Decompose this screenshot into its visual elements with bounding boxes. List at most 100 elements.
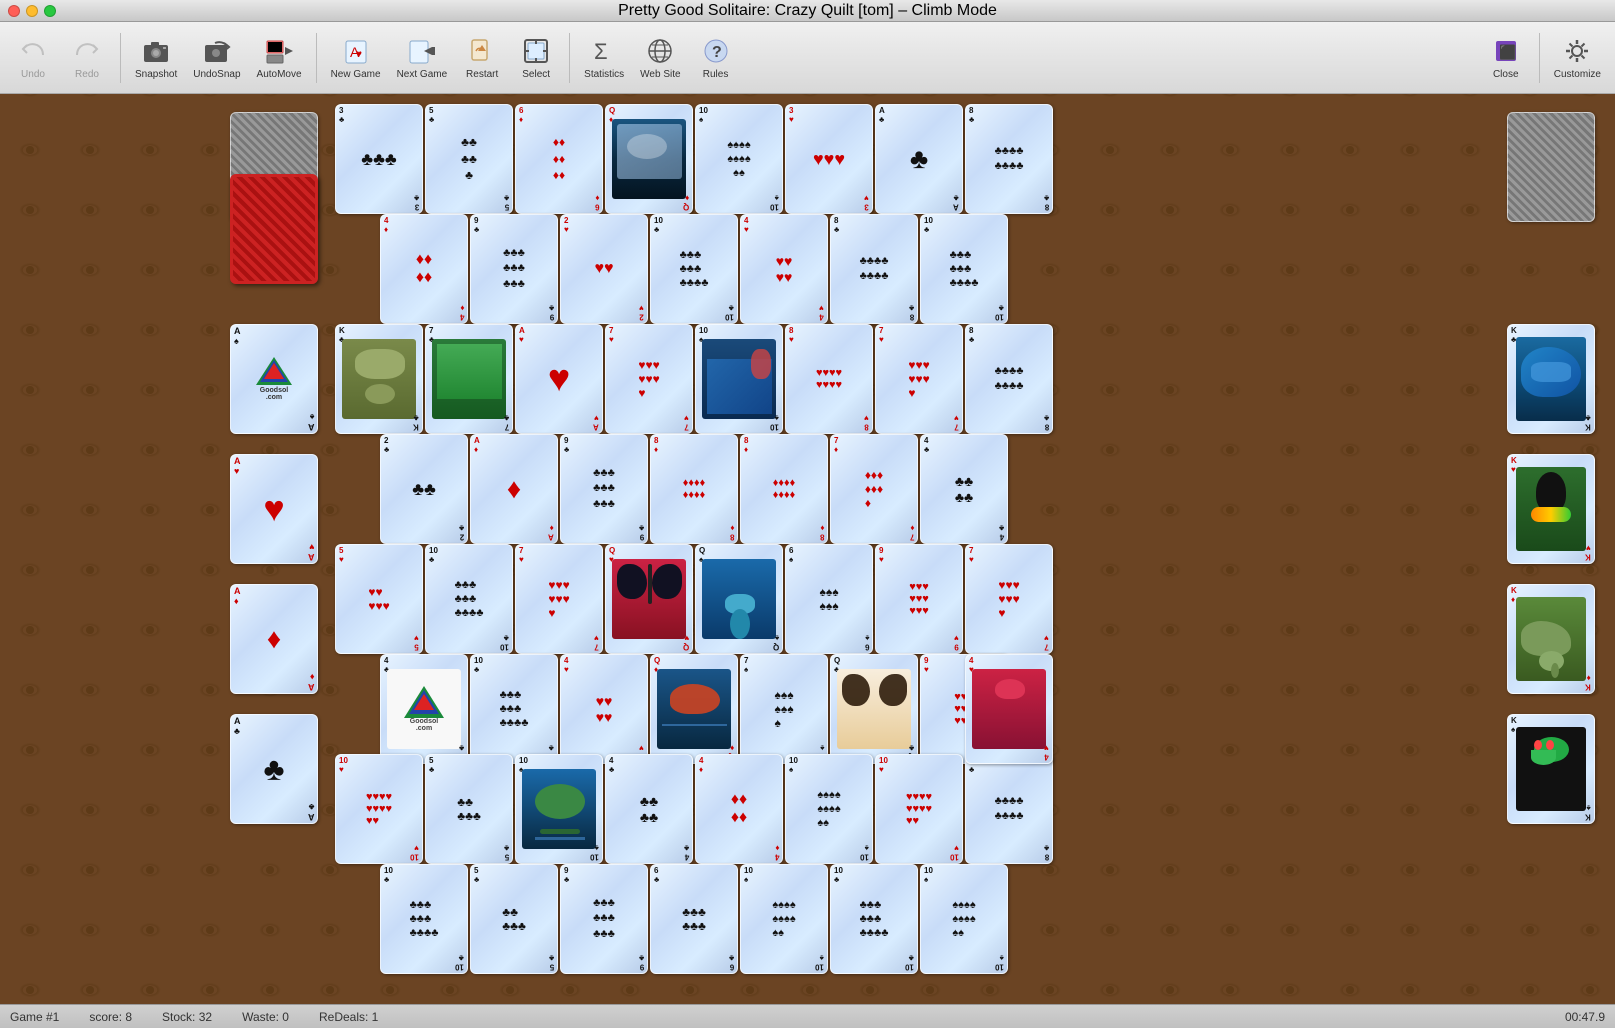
card-r7c6[interactable]: 10♠ ♠♠♠♠♠♠♠♠♠♠ 10♠ xyxy=(785,754,873,864)
toolbar-separator-2 xyxy=(316,33,317,83)
card-r1c5[interactable]: 10♠ ♠♠♠♠♠♠♠♠♠♠ 10♠ xyxy=(695,104,783,214)
card-r2c5[interactable]: 4♥ ♥♥♥♥ 4♥ xyxy=(740,214,828,324)
ace-spades-card[interactable]: A♠ Goodsol.com A♠ xyxy=(230,324,318,434)
close-button[interactable] xyxy=(8,5,20,17)
card-r6c6-butterfly[interactable]: Q♣ Q♣ xyxy=(830,654,918,764)
card-r8c3[interactable]: 9♣ ♣♣♣♣♣♣♣♣♣ 9♣ xyxy=(560,864,648,974)
stock-deck-gray[interactable] xyxy=(230,112,318,162)
snapshot-button[interactable]: Snapshot xyxy=(129,26,183,90)
svg-text:Σ: Σ xyxy=(594,39,608,64)
card-r3c3-heart[interactable]: A♥ ♥ A♥ xyxy=(515,324,603,434)
card-r6c4-fish[interactable]: Q♦ Q♦ xyxy=(650,654,738,764)
card-r4c5[interactable]: 8♦ ♦♦♦♦♦♦♦♦ 8♦ xyxy=(740,434,828,544)
toolbar-separator-1 xyxy=(120,33,121,83)
minimize-button[interactable] xyxy=(26,5,38,17)
card-r5c5-photo[interactable]: Q♠ Q♠ xyxy=(695,544,783,654)
statistics-button[interactable]: Σ Statistics xyxy=(578,26,630,90)
card-r7c4[interactable]: 4♣ ♣♣♣♣ 4♣ xyxy=(605,754,693,864)
undosnap-button[interactable]: UndoSnap xyxy=(187,26,246,90)
card-r3c4[interactable]: 7♥ ♥♥♥♥♥♥♥ 7♥ xyxy=(605,324,693,434)
website-label: Web Site xyxy=(640,69,680,80)
card-r5c3[interactable]: 7♥ ♥♥♥♥♥♥♥ 7♥ xyxy=(515,544,603,654)
king-diamond-photo-card[interactable]: K♦ K♦ xyxy=(1507,584,1595,694)
card-r1c2[interactable]: 5♣ ♣♣♣♣♣ 5♣ xyxy=(425,104,513,214)
undo-button[interactable]: Undo xyxy=(8,26,58,90)
right-deck-gray[interactable] xyxy=(1507,112,1595,222)
card-r4c4[interactable]: 8♦ ♦♦♦♦♦♦♦♦ 8♦ xyxy=(650,434,738,544)
automove-label: AutoMove xyxy=(257,69,302,80)
game-timer: 00:47.9 xyxy=(1565,1010,1605,1024)
ace-clubs-card[interactable]: A♣ ♣ A♣ xyxy=(230,714,318,824)
card-r2c4[interactable]: 10♣ ♣♣♣♣♣♣♣♣♣♣ 10♣ xyxy=(650,214,738,324)
maximize-button[interactable] xyxy=(44,5,56,17)
card-r1c4-photo[interactable]: Q♦ Q♦ xyxy=(605,104,693,214)
automove-button[interactable]: AutoMove xyxy=(251,26,308,90)
card-hearts-photo[interactable]: 4♥ 4♥ xyxy=(965,654,1053,764)
card-r4c6[interactable]: 7♦ ♦♦♦♦♦♦♦ 7♦ xyxy=(830,434,918,544)
card-r3c6[interactable]: 8♥ ♥♥♥♥♥♥♥♥ 8♥ xyxy=(785,324,873,434)
nextgame-button[interactable]: Next Game xyxy=(391,26,454,90)
card-r2c6[interactable]: 8♣ ♣♣♣♣♣♣♣♣ 8♣ xyxy=(830,214,918,324)
card-r7c5[interactable]: 4♦ ♦♦♦♦ 4♦ xyxy=(695,754,783,864)
card-r8c1[interactable]: 10♣ ♣♣♣♣♣♣♣♣♣♣ 10♣ xyxy=(380,864,468,974)
card-r7c1[interactable]: 10♥ ♥♥♥♥♥♥♥♥♥♥ 10♥ xyxy=(335,754,423,864)
card-r3c1[interactable]: K♣ K♣ xyxy=(335,324,423,434)
card-r7c3-turtle[interactable]: 10♠ 10♠ xyxy=(515,754,603,864)
window-title: Pretty Good Solitaire: Crazy Quilt [tom]… xyxy=(618,2,997,20)
newgame-button[interactable]: A ♥ New Game xyxy=(325,26,387,90)
undo-icon xyxy=(17,35,49,67)
king-spades-photo-card[interactable]: K♠ K♠ xyxy=(1507,714,1595,824)
card-r8c6[interactable]: 10♣ ♣♣♣♣♣♣♣♣♣♣ 10♣ xyxy=(830,864,918,974)
card-r3c8[interactable]: 8♣ ♣♣♣♣♣♣♣♣ 8♣ xyxy=(965,324,1053,434)
card-r5c4-butterfly[interactable]: Q♥ Q♥ xyxy=(605,544,693,654)
card-r1c6[interactable]: 3♥ ♥♥♥ 3♥ xyxy=(785,104,873,214)
select-button[interactable]: Select xyxy=(511,26,561,90)
card-r5c7[interactable]: 9♥ ♥♥♥♥♥♥♥♥♥ 9♥ xyxy=(875,544,963,654)
stock-deck-red[interactable] xyxy=(230,174,318,284)
card-r6c5[interactable]: 7♠ ♠♠♠♠♠♠♠ 7♠ xyxy=(740,654,828,764)
card-r2c2[interactable]: 9♣ ♣♣♣♣♣♣♣♣♣ 9♣ xyxy=(470,214,558,324)
card-r7c2[interactable]: 5♣ ♣♣♣♣♣ 5♣ xyxy=(425,754,513,864)
close-button[interactable]: ⬛ Close xyxy=(1481,26,1531,90)
card-r2c3[interactable]: 2♥ ♥♥ 2♥ xyxy=(560,214,648,324)
card-r4c3[interactable]: 9♣ ♣♣♣♣♣♣♣♣♣ 9♣ xyxy=(560,434,648,544)
card-r4c2[interactable]: A♦ ♦ A♦ xyxy=(470,434,558,544)
card-r7c7[interactable]: 10♥ ♥♥♥♥♥♥♥♥♥♥ 10♥ xyxy=(875,754,963,864)
ace-hearts-card[interactable]: A♥ ♥ A♥ xyxy=(230,454,318,564)
restart-label: Restart xyxy=(466,69,498,80)
statusbar: Game #1 score: 8 Stock: 32 Waste: 0 ReDe… xyxy=(0,1004,1615,1028)
card-r1c8[interactable]: 8♣ ♣♣♣♣♣♣♣♣ 8♣ xyxy=(965,104,1053,214)
card-r5c1[interactable]: 5♥ ♥♥♥♥♥ 5♥ xyxy=(335,544,423,654)
card-r3c5-photo[interactable]: 10♠ 10♠ xyxy=(695,324,783,434)
card-r5c2[interactable]: 10♣ ♣♣♣♣♣♣♣♣♣♣ 10♣ xyxy=(425,544,513,654)
redo-button[interactable]: Redo xyxy=(62,26,112,90)
card-r3c2-photo[interactable]: 7♣ 7♣ xyxy=(425,324,513,434)
card-r1c7[interactable]: A♣ ♣ A♣ xyxy=(875,104,963,214)
rules-button[interactable]: ? Rules xyxy=(691,26,741,90)
card-r4c7[interactable]: 4♣ ♣♣♣♣ 4♣ xyxy=(920,434,1008,544)
stock: Stock: 32 xyxy=(162,1010,212,1024)
card-r6c1-goodsol[interactable]: 4♣ Goodsol.com 4♣ xyxy=(380,654,468,764)
restart-button[interactable]: Restart xyxy=(457,26,507,90)
king-clubs-photo-card[interactable]: K♣ K♣ xyxy=(1507,324,1595,434)
website-button[interactable]: Web Site xyxy=(634,26,686,90)
card-r2c7[interactable]: 10♣ ♣♣♣♣♣♣♣♣♣♣ 10♣ xyxy=(920,214,1008,324)
card-r1c3[interactable]: 6♦ ♦♦♦♦♦♦ 6♦ xyxy=(515,104,603,214)
card-r6c2[interactable]: 10♣ ♣♣♣♣♣♣♣♣♣♣ 10♣ xyxy=(470,654,558,764)
card-r2c1[interactable]: 4♦ ♦♦♦♦ 4♦ xyxy=(380,214,468,324)
card-r8c4[interactable]: 6♣ ♣♣♣♣♣♣ 6♣ xyxy=(650,864,738,974)
card-r8c7[interactable]: 10♠ ♠♠♠♠♠♠♠♠♠♠ 10♠ xyxy=(920,864,1008,974)
card-r8c5[interactable]: 10♠ ♠♠♠♠♠♠♠♠♠♠ 10♠ xyxy=(740,864,828,974)
card-r1c1[interactable]: 3♣ ♣♣♣ 3♣ xyxy=(335,104,423,214)
card-r6c3[interactable]: 4♥ ♥♥♥♥ 4♥ xyxy=(560,654,648,764)
card-r8c2[interactable]: 5♣ ♣♣♣♣♣ 5♣ xyxy=(470,864,558,974)
titlebar: Pretty Good Solitaire: Crazy Quilt [tom]… xyxy=(0,0,1615,22)
king-hearts-photo-card[interactable]: K♥ K♥ xyxy=(1507,454,1595,564)
customize-button[interactable]: Customize xyxy=(1548,26,1607,90)
card-r3c7[interactable]: 7♥ ♥♥♥♥♥♥♥ 7♥ xyxy=(875,324,963,434)
card-r4c1[interactable]: 2♣ ♣♣ 2♣ xyxy=(380,434,468,544)
card-r5c6[interactable]: 6♠ ♠♠♠♠♠♠ 6♠ xyxy=(785,544,873,654)
ace-diamonds-card[interactable]: A♦ ♦ A♦ xyxy=(230,584,318,694)
card-r5c8[interactable]: 7♥ ♥♥♥♥♥♥♥ 7♥ xyxy=(965,544,1053,654)
card-r7c8[interactable]: 8♣ ♣♣♣♣♣♣♣♣ 8♣ xyxy=(965,754,1053,864)
